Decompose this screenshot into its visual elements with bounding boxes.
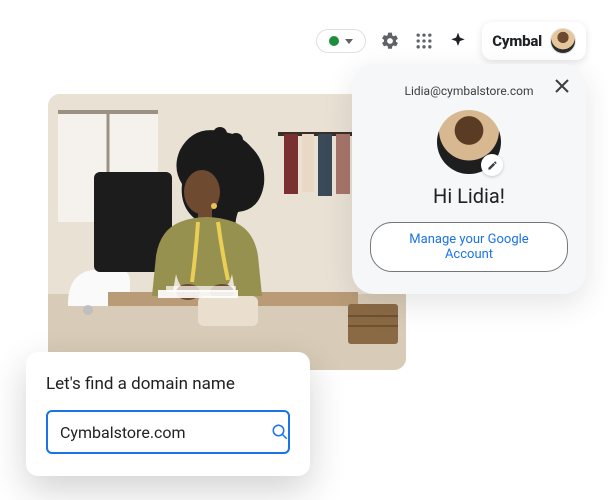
status-pill[interactable]	[316, 29, 366, 53]
manage-account-button[interactable]: Manage your Google Account	[370, 222, 568, 272]
avatar-small	[550, 28, 576, 54]
domain-search-input[interactable]	[60, 423, 263, 442]
brand-label: Cymbal	[492, 32, 542, 50]
domain-search-card: Let's find a domain name	[26, 352, 310, 476]
search-icon[interactable]	[271, 422, 289, 442]
account-greeting: Hi Lidia!	[433, 184, 505, 208]
settings-icon[interactable]	[380, 31, 400, 51]
domain-search-box[interactable]	[46, 410, 290, 454]
edit-avatar-icon[interactable]	[481, 154, 503, 176]
domain-search-heading: Let's find a domain name	[46, 374, 290, 394]
sparkle-icon[interactable]	[448, 31, 468, 51]
status-dot-icon	[329, 36, 339, 46]
avatar-large-wrap	[437, 110, 501, 174]
close-icon[interactable]	[550, 74, 574, 98]
caret-down-icon	[345, 39, 353, 44]
brand-pill[interactable]: Cymbal	[482, 22, 586, 60]
top-toolbar: Cymbal	[316, 22, 586, 60]
account-card: Lidia@cymbalstore.com Hi Lidia! Manage y…	[352, 64, 586, 294]
apps-grid-icon[interactable]	[414, 31, 434, 51]
account-email: Lidia@cymbalstore.com	[404, 84, 533, 98]
